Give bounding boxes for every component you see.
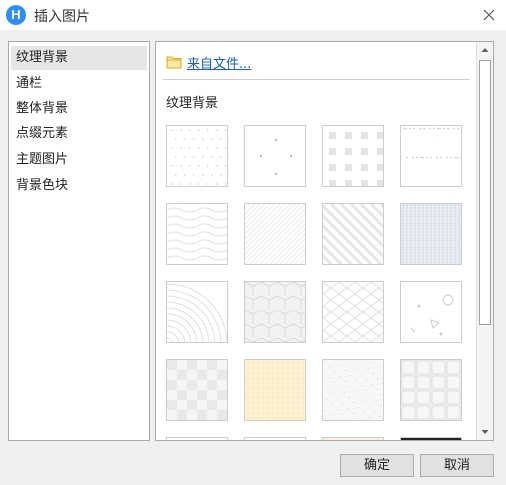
- from-file-label: 来自文件...: [187, 56, 252, 72]
- texture-thumbnail[interactable]: [400, 437, 462, 440]
- category-list: 纹理背景 通栏 整体背景 点缀元素 主题图片 背景色块: [8, 41, 150, 441]
- section-title: 纹理背景: [166, 96, 219, 111]
- texture-thumbnail[interactable]: [244, 203, 306, 265]
- image-gallery-panel: 来自文件... 纹理背景: [155, 41, 494, 441]
- vertical-scrollbar[interactable]: [476, 42, 493, 440]
- texture-thumbnail[interactable]: [322, 359, 384, 421]
- texture-thumbnail[interactable]: [400, 125, 462, 187]
- texture-thumbnail[interactable]: [322, 281, 384, 343]
- texture-thumbnail[interactable]: [244, 125, 306, 187]
- scroll-up-arrow-icon[interactable]: [477, 42, 493, 58]
- category-item-theme-images[interactable]: 主题图片: [11, 148, 147, 172]
- texture-thumbnail[interactable]: [400, 203, 462, 265]
- texture-thumbnail[interactable]: [244, 281, 306, 343]
- texture-thumbnail[interactable]: [244, 437, 306, 440]
- texture-thumbnail[interactable]: [322, 203, 384, 265]
- ok-button[interactable]: 确定: [340, 454, 414, 477]
- window-title: 插入图片: [34, 9, 90, 25]
- texture-thumbnail[interactable]: [322, 125, 384, 187]
- texture-thumbnail[interactable]: [400, 359, 462, 421]
- close-icon[interactable]: [478, 4, 500, 26]
- from-file-link[interactable]: 来自文件...: [166, 53, 252, 72]
- texture-thumbnail[interactable]: [166, 359, 228, 421]
- category-item-banner[interactable]: 通栏: [11, 72, 147, 96]
- divider: [163, 79, 470, 80]
- scrollbar-thumb[interactable]: [479, 60, 491, 325]
- texture-thumbnail[interactable]: [244, 359, 306, 421]
- texture-thumbnail[interactable]: [166, 281, 228, 343]
- texture-thumbnail[interactable]: [166, 437, 228, 440]
- category-item-color-blocks[interactable]: 背景色块: [11, 174, 147, 198]
- texture-thumbnail[interactable]: [166, 203, 228, 265]
- category-item-full-bg[interactable]: 整体背景: [11, 97, 147, 121]
- texture-thumbnail[interactable]: [166, 125, 228, 187]
- texture-thumbnail[interactable]: [322, 437, 384, 440]
- scroll-down-arrow-icon[interactable]: [477, 424, 493, 440]
- title-bar: H 插入图片: [0, 0, 506, 30]
- folder-icon: [166, 56, 182, 69]
- cancel-button[interactable]: 取消: [420, 454, 494, 477]
- category-item-decor[interactable]: 点缀元素: [11, 122, 147, 146]
- app-logo-icon: H: [6, 5, 26, 25]
- texture-thumbnail[interactable]: [400, 281, 462, 343]
- category-item-texture-bg[interactable]: 纹理背景: [11, 46, 147, 70]
